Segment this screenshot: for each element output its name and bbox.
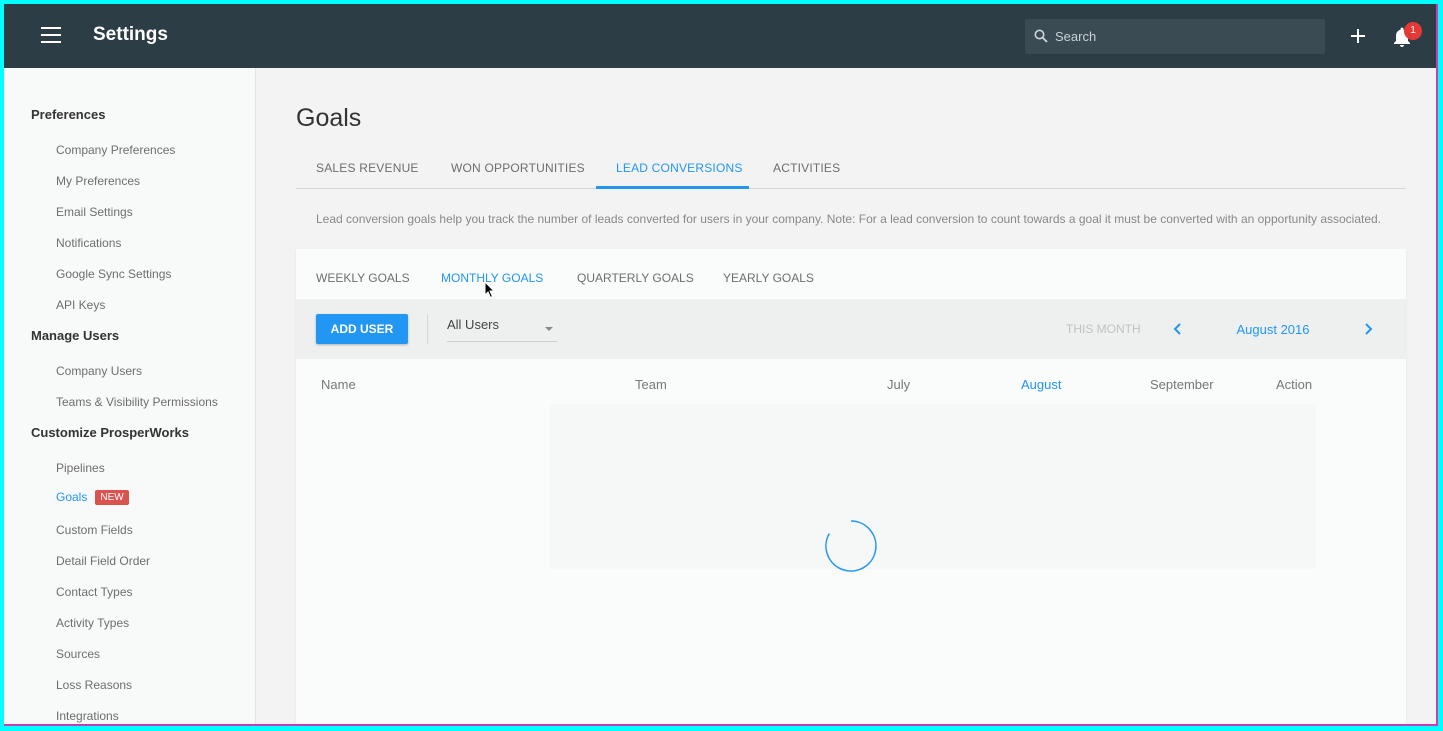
sidebar-item-detail-field-order[interactable]: Detail Field Order	[56, 554, 150, 568]
page-title: Goals	[296, 104, 362, 132]
tab-activities[interactable]: ACTIVITIES	[773, 161, 840, 175]
column-header-team[interactable]: Team	[635, 377, 667, 392]
new-badge: NEW	[95, 490, 129, 505]
sidebar-item-pipelines[interactable]: Pipelines	[56, 461, 105, 475]
sidebar-item-company-preferences[interactable]: Company Preferences	[56, 143, 175, 157]
column-header-july[interactable]: July	[887, 377, 910, 392]
goals-toolbar: ADD USER All Users THIS MONTH August 201…	[296, 299, 1406, 359]
subtab-yearly-goals[interactable]: YEARLY GOALS	[723, 271, 814, 285]
this-month-button[interactable]: THIS MONTH	[1066, 322, 1141, 336]
sidebar-item-teams-visibility[interactable]: Teams & Visibility Permissions	[56, 395, 218, 409]
sidebar-item-sources[interactable]: Sources	[56, 647, 100, 661]
search-input[interactable]	[1055, 19, 1315, 54]
chevron-right-icon[interactable]	[1359, 319, 1377, 339]
search-icon	[1034, 29, 1048, 43]
sidebar-item-goals[interactable]: Goals NEW	[56, 490, 129, 505]
app-title: Settings	[93, 24, 168, 45]
column-header-name[interactable]: Name	[321, 377, 356, 392]
sidebar-item-integrations[interactable]: Integrations	[56, 709, 119, 723]
active-tab-indicator	[596, 186, 749, 189]
sidebar-item-my-preferences[interactable]: My Preferences	[56, 174, 140, 188]
goals-card: WEEKLY GOALS MONTHLY GOALS QUARTERLY GOA…	[296, 249, 1406, 724]
sidebar-item-api-keys[interactable]: API Keys	[56, 298, 105, 312]
sidebar-item-custom-fields[interactable]: Custom Fields	[56, 523, 133, 537]
sidebar-item-loss-reasons[interactable]: Loss Reasons	[56, 678, 132, 692]
plus-icon[interactable]	[1347, 25, 1369, 47]
sidebar-item-notifications[interactable]: Notifications	[56, 236, 121, 250]
add-user-button[interactable]: ADD USER	[316, 314, 408, 344]
mouse-cursor-icon	[484, 281, 496, 299]
sidebar-item-company-users[interactable]: Company Users	[56, 364, 142, 378]
top-bar: Settings 1	[4, 4, 1436, 68]
sidebar: Preferences Company Preferences My Prefe…	[4, 68, 256, 724]
sidebar-item-google-sync-settings[interactable]: Google Sync Settings	[56, 267, 171, 281]
table-body	[550, 404, 1316, 569]
sidebar-item-contact-types[interactable]: Contact Types	[56, 585, 133, 599]
column-header-september[interactable]: September	[1150, 377, 1214, 392]
tab-sales-revenue[interactable]: SALES REVENUE	[316, 161, 419, 175]
goal-type-tabs: SALES REVENUE WON OPPORTUNITIES LEAD CON…	[296, 154, 1406, 189]
sidebar-item-email-settings[interactable]: Email Settings	[56, 205, 133, 219]
current-period-label: August 2016	[1236, 322, 1310, 337]
sidebar-section-customize: Customize ProsperWorks	[31, 425, 189, 440]
subtab-quarterly-goals[interactable]: QUARTERLY GOALS	[577, 271, 694, 285]
column-header-august[interactable]: August	[1021, 377, 1061, 392]
subtab-weekly-goals[interactable]: WEEKLY GOALS	[316, 271, 410, 285]
search-box[interactable]	[1025, 19, 1325, 54]
app-window: Settings 1 Preferences Company Preferenc…	[4, 4, 1438, 726]
sidebar-item-label: Goals	[56, 490, 88, 504]
notification-badge: 1	[1404, 22, 1422, 40]
sidebar-item-activity-types[interactable]: Activity Types	[56, 616, 129, 630]
chevron-left-icon[interactable]	[1169, 319, 1187, 339]
caret-down-icon	[545, 327, 553, 331]
user-filter-value: All Users	[447, 317, 500, 332]
goal-description: Lead conversion goals help you track the…	[316, 212, 1382, 226]
tab-lead-conversions[interactable]: LEAD CONVERSIONS	[616, 161, 743, 175]
sidebar-section-preferences: Preferences	[31, 107, 106, 122]
user-filter-select[interactable]: All Users	[447, 316, 557, 342]
sidebar-section-manage-users: Manage Users	[31, 328, 120, 343]
hamburger-icon[interactable]	[41, 27, 61, 43]
column-header-action: Action	[1276, 377, 1313, 392]
loading-spinner	[825, 520, 877, 572]
toolbar-divider	[427, 314, 428, 344]
tab-won-opportunities[interactable]: WON OPPORTUNITIES	[451, 161, 585, 175]
